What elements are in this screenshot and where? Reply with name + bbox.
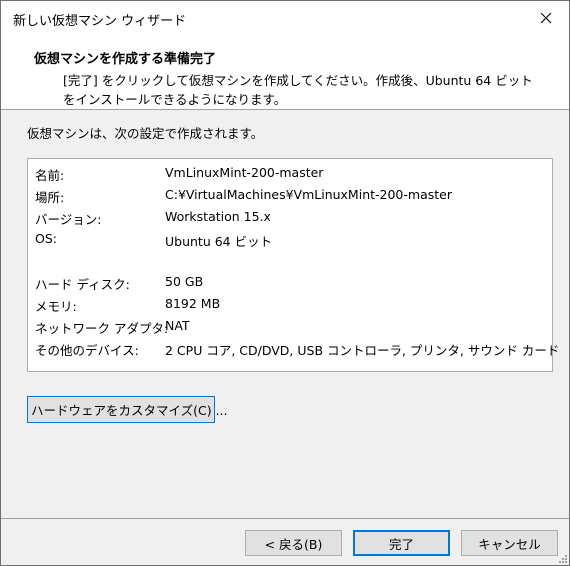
summary-value: Workstation 15.x	[165, 209, 271, 224]
summary-value: VmLinuxMint-200-master	[165, 165, 324, 180]
description-line-2: をインストールできるようになります。	[63, 92, 287, 107]
description-line-1: [完了] をクリックして仮想マシンを作成してください。作成後、Ubuntu 64…	[63, 73, 533, 88]
wizard-header: 仮想マシンを作成する準備完了 [完了] をクリックして仮想マシンを作成してくださ…	[1, 35, 569, 110]
summary-value: 8192 MB	[165, 296, 221, 311]
summary-value: 2 CPU コア, CD/DVD, USB コントローラ, プリンタ, サウンド…	[165, 343, 560, 358]
close-icon	[540, 12, 552, 24]
summary-value: Ubuntu 64 ビット	[165, 234, 273, 249]
summary-label: メモリ:	[35, 299, 77, 314]
title-bar: 新しい仮想マシン ウィザード	[1, 1, 569, 35]
wizard-window: 新しい仮想マシン ウィザード 仮想マシンを作成する準備完了 [完了] をクリック…	[0, 0, 570, 566]
summary-label: その他のデバイス:	[35, 343, 139, 358]
summary-label: OS:	[35, 231, 57, 246]
back-button[interactable]: < 戻る(B)	[245, 530, 342, 556]
page-description: [完了] をクリックして仮想マシンを作成してください。作成後、Ubuntu 64…	[63, 71, 533, 109]
finish-button[interactable]: 完了	[353, 530, 450, 556]
resize-grip-icon[interactable]	[556, 552, 568, 564]
summary-label: バージョン:	[35, 212, 102, 227]
intro-text: 仮想マシンは、次の設定で作成されます。	[27, 126, 264, 141]
footer-divider	[1, 518, 569, 519]
settings-summary[interactable]: 名前: VmLinuxMint-200-master 場所: C:¥Virtua…	[27, 158, 559, 372]
summary-value: 50 GB	[165, 274, 204, 289]
summary-label: ネットワーク アダプタ:	[35, 321, 169, 336]
window-title: 新しい仮想マシン ウィザード	[13, 14, 187, 29]
close-button[interactable]	[523, 1, 569, 35]
customize-hardware-button[interactable]: ハードウェアをカスタマイズ(C) ...	[27, 396, 228, 423]
page-title: 仮想マシンを作成する準備完了	[34, 52, 217, 67]
summary-value: NAT	[165, 318, 190, 333]
cancel-button[interactable]: キャンセル	[461, 530, 558, 556]
summary-label: 場所:	[35, 190, 65, 205]
summary-label: 名前:	[35, 168, 65, 183]
summary-value: C:¥VirtualMachines¥VmLinuxMint-200-maste…	[165, 187, 452, 202]
summary-label: ハード ディスク:	[35, 277, 130, 292]
